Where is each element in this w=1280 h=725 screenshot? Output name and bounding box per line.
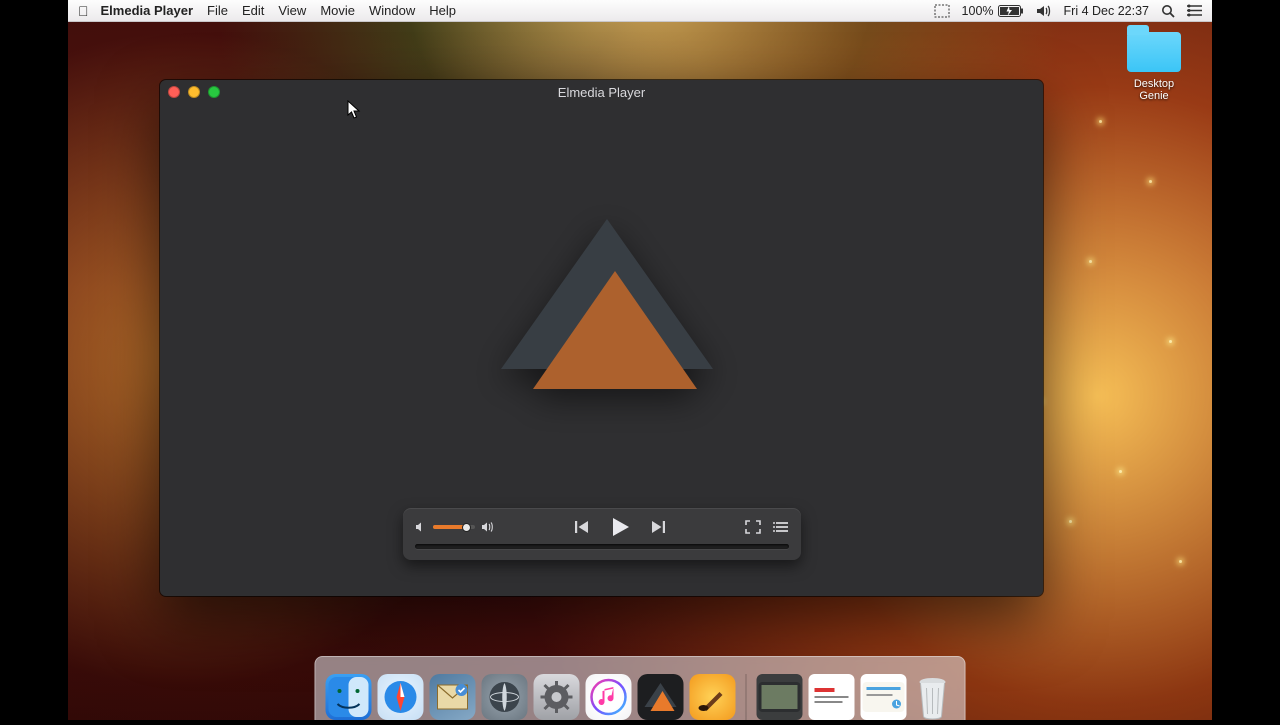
player-canvas xyxy=(160,120,1043,496)
player-controls xyxy=(403,508,801,560)
notification-center-icon[interactable] xyxy=(1187,4,1202,17)
dock-stack-downloads[interactable] xyxy=(757,674,803,720)
player-window: Elmedia Player xyxy=(160,80,1043,596)
menu-file[interactable]: File xyxy=(207,3,228,18)
next-button[interactable] xyxy=(650,519,666,535)
menu-view[interactable]: View xyxy=(278,3,306,18)
dock-app-safari[interactable] xyxy=(378,674,424,720)
battery-status[interactable]: 100% xyxy=(962,4,1024,18)
dock-trash[interactable] xyxy=(913,674,955,720)
window-titlebar[interactable]: Elmedia Player xyxy=(160,80,1043,104)
screen-capture-icon[interactable] xyxy=(934,4,950,18)
folder-icon xyxy=(1127,32,1181,72)
dock-app-garageband[interactable] xyxy=(690,674,736,720)
fullscreen-button[interactable] xyxy=(745,520,761,534)
menu-window[interactable]: Window xyxy=(369,3,415,18)
app-menu[interactable]: Elmedia Player xyxy=(101,3,194,18)
desktop-folder-desktop-genie[interactable]: Desktop Genie xyxy=(1118,32,1190,102)
dock-app-launchpad[interactable] xyxy=(482,674,528,720)
dock-app-system-preferences[interactable] xyxy=(534,674,580,720)
volume-high-icon[interactable] xyxy=(481,521,495,533)
volume-knob[interactable] xyxy=(462,523,471,532)
apple-menu-icon[interactable]:  xyxy=(78,3,89,19)
spotlight-icon[interactable] xyxy=(1161,4,1175,18)
dock-app-itunes[interactable] xyxy=(586,674,632,720)
playlist-button[interactable] xyxy=(773,520,789,534)
dock-app-elmedia[interactable] xyxy=(638,674,684,720)
menu-movie[interactable]: Movie xyxy=(320,3,355,18)
desktop-folder-label: Desktop Genie xyxy=(1118,78,1190,102)
elmedia-logo-icon xyxy=(487,213,717,403)
dock-stack-documents[interactable] xyxy=(809,674,855,720)
dock-stack-desktop[interactable] xyxy=(861,674,907,720)
dock xyxy=(315,656,966,720)
menu-edit[interactable]: Edit xyxy=(242,3,264,18)
clock[interactable]: Fri 4 Dec 22:37 xyxy=(1064,4,1149,18)
dock-app-mail[interactable] xyxy=(430,674,476,720)
volume-low-icon[interactable] xyxy=(415,521,427,533)
volume-control xyxy=(415,521,495,533)
menu-help[interactable]: Help xyxy=(429,3,456,18)
play-button[interactable] xyxy=(608,515,632,539)
volume-icon[interactable] xyxy=(1036,4,1052,18)
dock-app-finder[interactable] xyxy=(326,674,372,720)
battery-percent: 100% xyxy=(962,4,994,18)
window-title: Elmedia Player xyxy=(160,85,1043,100)
volume-slider[interactable] xyxy=(433,525,475,529)
previous-button[interactable] xyxy=(574,519,590,535)
dock-separator xyxy=(746,674,747,720)
scrubber[interactable] xyxy=(415,544,789,549)
menu-bar:  Elmedia Player File Edit View Movie Wi… xyxy=(68,0,1212,22)
